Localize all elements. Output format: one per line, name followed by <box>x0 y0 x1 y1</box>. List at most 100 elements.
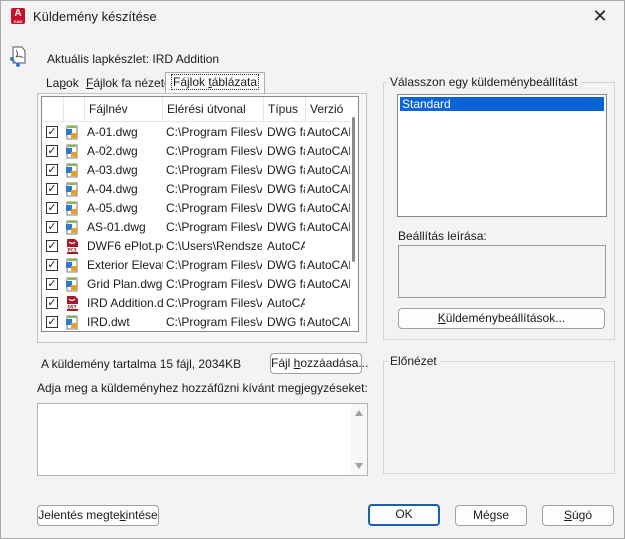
notes-label: Adja meg a küldeményhez hozzáfűzni kíván… <box>37 381 368 395</box>
file-version-cell <box>307 237 351 256</box>
ok-button[interactable]: OK <box>368 504 440 526</box>
file-name-cell: A-01.dwg <box>87 125 138 139</box>
file-include-checkbox[interactable]: ✓ <box>46 221 58 233</box>
file-type-cell: DWG fá <box>267 182 305 196</box>
file-type-badge: DST <box>67 304 76 309</box>
table-scrollbar[interactable] <box>350 97 358 331</box>
table-row[interactable]: ✓ Exterior ElevatioC:\Program Files\Au DWG… <box>42 256 352 275</box>
file-type-cell: DWG fá <box>267 201 305 215</box>
header-icon[interactable] <box>64 97 85 122</box>
file-type-cell: DWG fá <box>267 220 305 234</box>
file-include-checkbox[interactable]: ✓ <box>46 126 58 138</box>
dialog-window: A CAD Küldemény készítése ✕ Aktuális lapk… <box>0 0 625 539</box>
table-row[interactable]: ✓ AS-01.dwg C:\Program Files\Au DWG fáAutoC… <box>42 218 352 237</box>
dwg-icon <box>65 258 79 273</box>
file-name-cell: A-04.dwg <box>87 182 138 196</box>
file-include-checkbox[interactable]: ✓ <box>46 240 58 252</box>
header-filename[interactable]: Fájlnév <box>85 97 163 122</box>
tab-file-tree[interactable]: Fájlok fa nézete <box>81 75 176 93</box>
file-include-checkbox[interactable]: ✓ <box>46 278 58 290</box>
table-row[interactable]: ✓ A-02.dwg C:\Program Files\Au DWG fáAutoCA… <box>42 142 352 161</box>
add-file-button[interactable]: Fájl hozzáadása... <box>270 353 368 374</box>
table-row[interactable]: ✓ Grid Plan.dwgC:\Program Files\Au DWG fáA… <box>42 275 352 294</box>
file-name-cell: Grid Plan.dwg <box>87 277 163 291</box>
header-version[interactable]: Verzió <box>306 97 352 122</box>
file-version-cell: AutoCAD <box>307 258 351 272</box>
table-scroll-thumb[interactable] <box>352 117 355 262</box>
table-row[interactable]: ✓ PC3 DWF6 ePlot.pc3C:\Users\Rendszerg Auto… <box>42 237 352 256</box>
dwg-icon <box>65 277 79 292</box>
file-version-cell: AutoCAD <box>307 144 351 158</box>
scroll-up-arrow-icon[interactable] <box>355 410 363 416</box>
file-version-cell: AutoCAD <box>307 163 351 177</box>
preview-title: Előnézet <box>387 354 440 368</box>
file-table[interactable]: Fájlnév Elérési útvonal Típus Verzió ✓ A-… <box>41 96 359 332</box>
file-type-cell: DWG fá <box>267 315 305 329</box>
scroll-down-arrow-icon[interactable] <box>355 463 363 469</box>
dwg-icon <box>65 182 79 197</box>
setup-option-standard[interactable]: Standard <box>400 97 604 111</box>
notes-scrollbar[interactable] <box>351 404 367 475</box>
transmittal-setups-button[interactable]: Küldeménybeállítások... <box>398 308 605 329</box>
file-include-checkbox[interactable]: ✓ <box>46 297 58 309</box>
dwg-icon <box>65 315 79 330</box>
file-path-cell: C:\Program Files\Au <box>166 182 262 196</box>
file-version-cell: AutoCAD <box>307 220 351 234</box>
file-path-cell: C:\Program Files\Au <box>166 201 262 215</box>
header-path[interactable]: Elérési útvonal <box>163 97 264 122</box>
file-include-checkbox[interactable]: ✓ <box>46 259 58 271</box>
close-button[interactable]: ✕ <box>580 1 620 31</box>
tab-file-table[interactable]: Fájlok táblázata <box>165 72 266 94</box>
file-type-badge: PC3 <box>67 247 76 252</box>
table-row[interactable]: ✓ A-04.dwg C:\Program Files\Au DWG fáAutoCA… <box>42 180 352 199</box>
sheet-set-label: Aktuális lapkészlet: IRD Addition <box>47 52 220 66</box>
file-name-cell: IRD.dwt <box>87 315 130 329</box>
table-row[interactable]: ✓ A-05.dwg C:\Program Files\Au DWG fáAutoCA… <box>42 199 352 218</box>
setup-listbox[interactable]: Standard <box>397 94 607 217</box>
file-name-cell: A-02.dwg <box>87 144 138 158</box>
table-row[interactable]: ✓ A-03.dwg C:\Program Files\Au DWG fáAutoCA… <box>42 161 352 180</box>
file-name-cell: AS-01.dwg <box>87 220 146 234</box>
setup-description-box <box>398 245 606 298</box>
notes-input[interactable] <box>37 403 368 476</box>
cancel-button[interactable]: Mégse <box>455 505 527 526</box>
dwg-icon <box>65 220 79 235</box>
file-type-cell: DWG fá <box>267 277 305 291</box>
header-check[interactable] <box>42 97 64 122</box>
table-header: Fájlnév Elérési útvonal Típus Verzió <box>42 97 352 122</box>
file-path-cell: C:\Program Files\Au <box>166 144 262 158</box>
file-type-cell: DWG fá <box>267 163 305 177</box>
close-icon: ✕ <box>592 6 608 26</box>
file-path-cell: C:\Program Files\Au <box>166 277 262 291</box>
file-include-checkbox[interactable]: ✓ <box>46 316 58 328</box>
file-name-cell: IRD Addition.dst <box>87 296 163 310</box>
file-include-checkbox[interactable]: ✓ <box>46 202 58 214</box>
sheet-set-icon <box>10 46 26 67</box>
file-version-cell <box>307 294 351 313</box>
file-version-cell: AutoCAD <box>307 125 351 139</box>
view-report-button[interactable]: Jelentés megtekintése <box>37 505 159 526</box>
file-name-cell: A-05.dwg <box>87 201 138 215</box>
description-label: Beállítás leírása: <box>398 229 487 243</box>
file-include-checkbox[interactable]: ✓ <box>46 183 58 195</box>
file-name-cell: A-03.dwg <box>87 163 138 177</box>
file-path-cell: C:\Program Files\Au <box>166 258 262 272</box>
file-type-cell: AutoCA <box>267 296 305 310</box>
file-name-cell: Exterior Elevatio <box>87 258 163 272</box>
file-path-cell: C:\Program Files\Au <box>166 296 262 310</box>
help-button[interactable]: Súgó <box>542 505 614 526</box>
file-version-cell: AutoCAD <box>307 182 351 196</box>
setup-group-title: Válasszon egy küldeménybeállítást <box>387 75 581 89</box>
header-type[interactable]: Típus <box>264 97 306 122</box>
dwg-icon <box>65 144 79 159</box>
file-path-cell: C:\Program Files\Au <box>166 220 262 234</box>
pc3-icon: PC3 <box>65 239 79 254</box>
table-row[interactable]: ✓ IRD.dwt C:\Program Files\Au DWG fáAutoCAD <box>42 313 352 331</box>
file-type-cell: DWG fá <box>267 125 305 139</box>
file-include-checkbox[interactable]: ✓ <box>46 145 58 157</box>
tab-sheets[interactable]: Lapok <box>41 75 84 93</box>
table-row[interactable]: ✓ A-01.dwg C:\Program Files\Au DWG fáAutoCA… <box>42 123 352 142</box>
dwg-icon <box>65 201 79 216</box>
file-include-checkbox[interactable]: ✓ <box>46 164 58 176</box>
table-row[interactable]: ✓ DST IRD Addition.dstC:\Program Files\Au A… <box>42 294 352 313</box>
